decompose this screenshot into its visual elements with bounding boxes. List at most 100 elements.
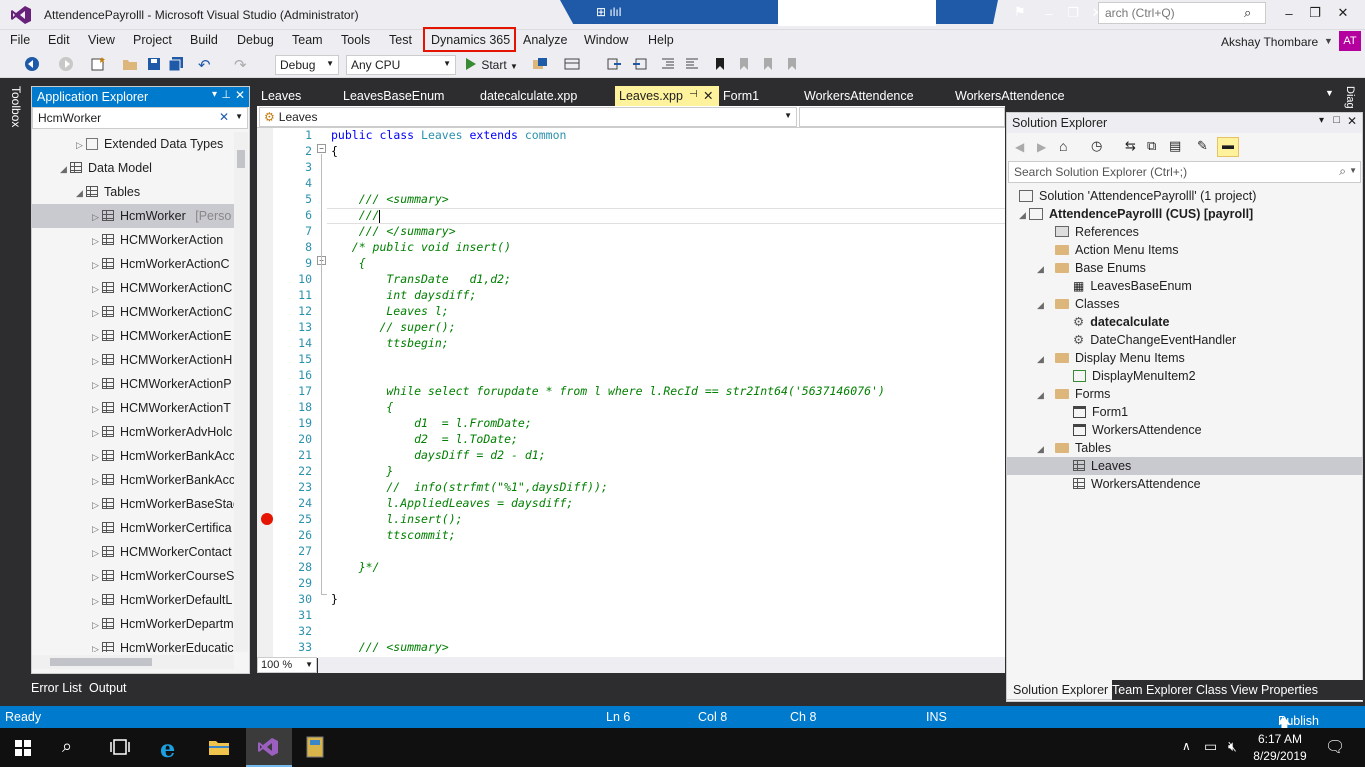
clock[interactable]: 6:17 AM 8/29/2019: [1248, 731, 1312, 765]
tree-item[interactable]: ▷ HcmWorkerBankAcc: [92, 444, 234, 468]
collapse-icon[interactable]: −: [317, 144, 326, 153]
internet-explorer-icon[interactable]: e: [160, 734, 175, 763]
new-project-icon[interactable]: [90, 56, 106, 72]
tab-close-icon[interactable]: ✕: [703, 88, 713, 103]
folder-node[interactable]: ◢ Forms: [1037, 385, 1110, 403]
tab-leaves[interactable]: Leaves: [257, 86, 337, 106]
next-bookmark-icon[interactable]: [760, 56, 776, 72]
toolbox-tab[interactable]: Toolbox: [9, 86, 23, 127]
tree-item-edt[interactable]: ▷ Extended Data Types: [76, 132, 223, 156]
tab-leaves-xpp[interactable]: Leaves.xpp ⊣ ✕: [615, 86, 719, 106]
solution-node[interactable]: Solution 'AttendencePayrolll' (1 project…: [1019, 187, 1256, 205]
menu-project[interactable]: Project: [133, 33, 172, 47]
tree-item[interactable]: ▷ HCMWorkerContact: [92, 540, 232, 564]
window-close-button[interactable]: ✕: [1330, 3, 1356, 23]
tree-item-tables[interactable]: ◢ Tables: [76, 180, 140, 204]
tree-item[interactable]: ▷ HcmWorkerAdvHolc: [92, 420, 232, 444]
notification-icon[interactable]: ⊞ ılıl: [596, 5, 621, 19]
diagnostics-tab[interactable]: Diag: [1344, 86, 1356, 109]
back-icon[interactable]: ◀: [1015, 140, 1024, 154]
zoom-select[interactable]: 100 % ▼: [257, 657, 317, 673]
clear-search-icon[interactable]: ✕: [219, 110, 229, 124]
pin-icon[interactable]: ⊥: [221, 88, 231, 101]
panel-dropdown-icon[interactable]: ▾: [212, 89, 217, 100]
solution-config-select[interactable]: Debug ▼: [275, 55, 339, 75]
member-dropdown[interactable]: [799, 107, 1005, 127]
clear-bookmarks-icon[interactable]: [784, 56, 800, 72]
tree-item[interactable]: ▷ HcmWorkerBaseStag: [92, 492, 234, 516]
code-editor[interactable]: − − 1public class Leaves extends common2…: [257, 128, 1005, 658]
tab-error-list[interactable]: Error List: [31, 681, 82, 695]
window-maximize-button[interactable]: ❐: [1302, 3, 1328, 23]
menu-tools[interactable]: Tools: [341, 33, 370, 47]
task-view-icon[interactable]: [110, 739, 130, 755]
maximize-icon[interactable]: □: [1333, 114, 1340, 126]
windows-start-icon[interactable]: [15, 740, 31, 756]
tab-solution-explorer[interactable]: Solution Explorer: [1006, 680, 1116, 700]
tab-workers-attendence[interactable]: WorkersAttendence: [800, 86, 950, 106]
chevron-down-icon[interactable]: ▼: [235, 112, 243, 121]
file-node-selected[interactable]: Leaves: [1007, 457, 1362, 475]
show-all-files-icon[interactable]: ▤: [1169, 138, 1181, 154]
tree-item[interactable]: ▷ HcmWorkerDepartm: [92, 612, 234, 636]
home-icon[interactable]: ⌂: [1059, 138, 1067, 154]
save-all-icon[interactable]: [168, 56, 184, 72]
menu-file[interactable]: File: [10, 33, 30, 47]
file-node[interactable]: ⚙ datecalculate: [1073, 313, 1169, 331]
tree-item[interactable]: ▷ HcmWorkerCourseS: [92, 564, 234, 588]
tab-team-explorer[interactable]: Team Explorer: [1112, 683, 1193, 697]
tree-item[interactable]: ▷ HCMWorkerActionP: [92, 372, 232, 396]
folder-node[interactable]: ◢ Base Enums: [1037, 259, 1146, 277]
tab-class-view[interactable]: Class View: [1196, 683, 1258, 697]
tab-workers-attendence-2[interactable]: WorkersAttendence: [951, 86, 1101, 106]
tree-item[interactable]: ▷ HcmWorkerCertifica: [92, 516, 232, 540]
layout-icon[interactable]: [564, 56, 580, 72]
user-name[interactable]: Akshay Thombare: [1221, 35, 1318, 49]
file-node[interactable]: WorkersAttendence: [1073, 421, 1202, 439]
menu-debug[interactable]: Debug: [237, 33, 274, 47]
panel-dropdown-icon[interactable]: ▾: [1319, 115, 1324, 126]
attach-icon[interactable]: [632, 56, 648, 72]
tree-item[interactable]: ▷ HcmWorkerBankAcc: [92, 468, 234, 492]
folder-node[interactable]: ◢ Display Menu Items: [1037, 349, 1185, 367]
menu-build[interactable]: Build: [190, 33, 218, 47]
tree-item[interactable]: ▷ HCMWorkerActionC: [92, 300, 232, 324]
menu-analyze[interactable]: Analyze: [523, 33, 567, 47]
collapse-all-icon[interactable]: ⧉: [1147, 138, 1156, 154]
tree-item[interactable]: ▷ HCMWorkerAction: [92, 228, 223, 252]
preview-icon[interactable]: ▬: [1217, 137, 1239, 157]
undo-icon[interactable]: ↶: [198, 56, 214, 74]
folder-node[interactable]: ◢ Classes: [1037, 295, 1119, 313]
file-explorer-icon[interactable]: [208, 738, 230, 756]
forward-icon[interactable]: ▶: [1037, 140, 1046, 154]
minimize-icon[interactable]: –: [1036, 3, 1062, 23]
file-node[interactable]: Form1: [1073, 403, 1128, 421]
start-button[interactable]: Start ▼: [464, 57, 518, 72]
panel-close-icon[interactable]: ✕: [235, 88, 245, 102]
app-explorer-search-input[interactable]: HcmWorker ✕ ▼: [32, 107, 248, 129]
tab-datecalculate[interactable]: datecalculate.xpp: [476, 86, 612, 106]
chevron-down-icon[interactable]: ▼: [1349, 166, 1357, 175]
open-file-icon[interactable]: [122, 56, 138, 72]
step-icon[interactable]: [606, 56, 622, 72]
feedback-icon[interactable]: ⚑: [1014, 4, 1026, 20]
file-node[interactable]: DisplayMenuItem2: [1073, 367, 1196, 385]
editor-horizontal-scroll[interactable]: [318, 657, 1005, 673]
tree-item[interactable]: ▷ HCMWorkerActionH: [92, 348, 232, 372]
tree-item[interactable]: ▷ HcmWorkerDefaultL: [92, 588, 232, 612]
user-chevron-down-icon[interactable]: ▼: [1324, 36, 1333, 46]
network-icon[interactable]: ▭: [1204, 738, 1217, 755]
solution-search-input[interactable]: Search Solution Explorer (Ctrl+;) ⌕ ▼: [1008, 161, 1361, 183]
scrollbar-thumb[interactable]: [237, 150, 245, 168]
menu-window[interactable]: Window: [584, 33, 628, 47]
tree-item-hcmworker[interactable]: ▷ HcmWorker [Perso: [32, 204, 234, 228]
forward-icon[interactable]: [58, 56, 74, 72]
tree-item[interactable]: ▷ HCMWorkerActionC: [92, 276, 232, 300]
tree-item[interactable]: ▷ HcmWorkerEducatic: [92, 636, 234, 652]
pin-icon[interactable]: ⊣: [689, 89, 698, 100]
tab-overflow-icon[interactable]: ▼: [1325, 88, 1334, 98]
avatar[interactable]: AT: [1339, 31, 1361, 51]
scrollbar-thumb[interactable]: [50, 658, 152, 666]
folder-node[interactable]: Action Menu Items: [1055, 241, 1179, 259]
app-icon[interactable]: [306, 736, 324, 758]
